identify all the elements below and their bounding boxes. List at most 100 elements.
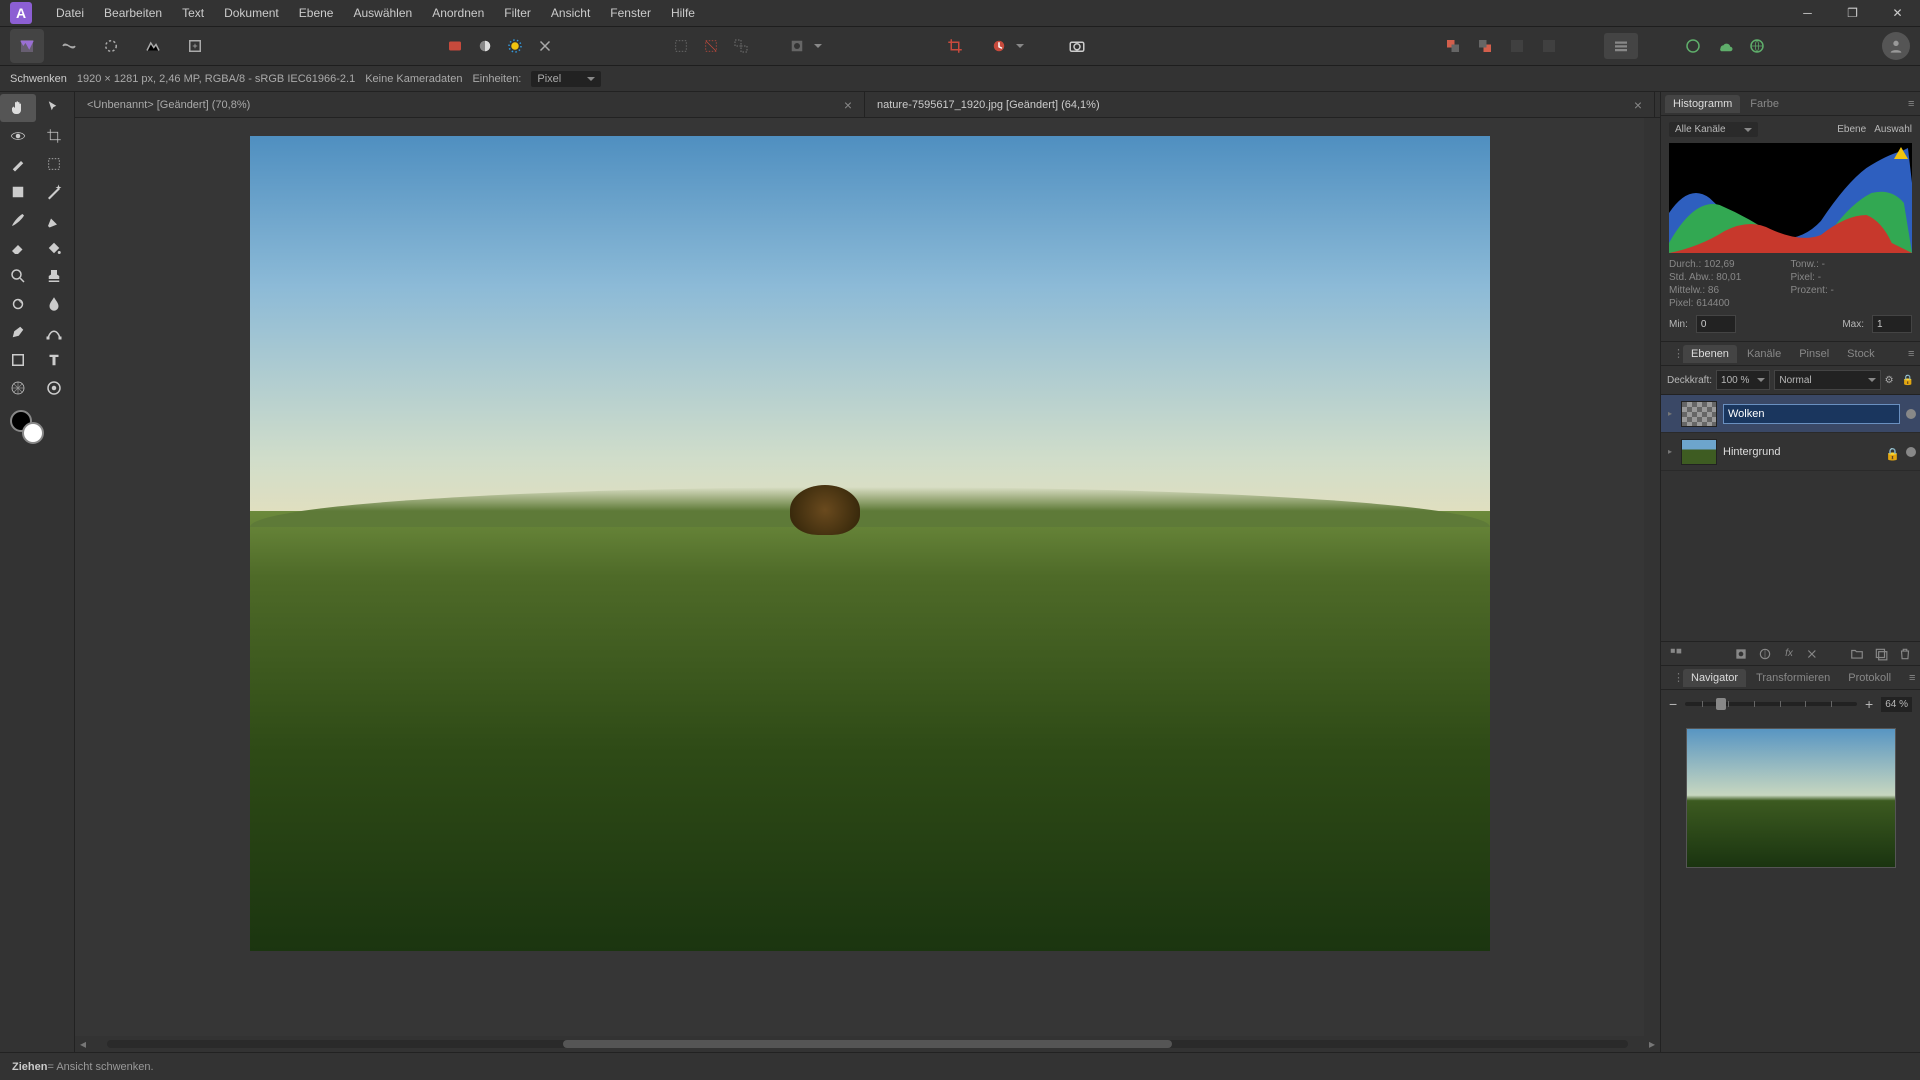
maximize-button[interactable]: ❐: [1830, 0, 1875, 26]
minimize-button[interactable]: ─: [1785, 0, 1830, 26]
layer-row-wolken[interactable]: ▸: [1661, 395, 1920, 433]
tab-navigator[interactable]: Navigator: [1683, 669, 1746, 687]
hist-mode-layer[interactable]: Ebene: [1837, 124, 1866, 135]
scroll-left-icon[interactable]: ◂: [75, 1037, 91, 1051]
zoom-out-button[interactable]: −: [1669, 696, 1677, 712]
export-persona-icon[interactable]: [178, 29, 212, 63]
sync-icon[interactable]: [1680, 33, 1706, 59]
opacity-field[interactable]: 100 %: [1716, 370, 1770, 390]
selection-rect-icon[interactable]: [668, 33, 694, 59]
layer-name-input[interactable]: [1723, 404, 1900, 424]
assistant-dropdown-icon[interactable]: [1016, 44, 1024, 48]
tab-histogram[interactable]: Histogramm: [1665, 95, 1740, 113]
close-icon[interactable]: ×: [1634, 97, 1642, 113]
menu-text[interactable]: Text: [172, 2, 214, 24]
autocontrast-button[interactable]: [472, 33, 498, 59]
blendmode-select[interactable]: Normal: [1774, 370, 1880, 390]
fx-layer-icon[interactable]: fx: [1780, 645, 1798, 663]
thumbnail-size-icon[interactable]: [1667, 645, 1685, 663]
crop-tool[interactable]: [36, 122, 72, 150]
tab-stock[interactable]: Stock: [1839, 345, 1883, 363]
panel-menu-icon[interactable]: ≡: [1900, 345, 1916, 363]
channel-select[interactable]: Alle Kanäle: [1669, 122, 1758, 137]
scroll-right-icon[interactable]: ▸: [1644, 1037, 1660, 1051]
dodge-tool[interactable]: [0, 290, 36, 318]
zoom-in-button[interactable]: +: [1865, 696, 1873, 712]
tab-farbe[interactable]: Farbe: [1742, 95, 1787, 113]
stamp-tool[interactable]: [36, 262, 72, 290]
gear-icon[interactable]: ⚙: [1885, 375, 1894, 386]
shape-tool[interactable]: [0, 346, 36, 374]
zoom-value[interactable]: 64 %: [1881, 697, 1912, 712]
doc-tab-1[interactable]: <Unbenannt> [Geändert] (70,8%)×: [75, 92, 865, 117]
panel-menu-icon[interactable]: ≡: [1900, 95, 1916, 113]
move-tool[interactable]: [36, 94, 72, 122]
menu-hilfe[interactable]: Hilfe: [661, 2, 705, 24]
visibility-dot-icon[interactable]: [1906, 447, 1916, 457]
zoom-slider-handle[interactable]: [1716, 698, 1726, 710]
horizontal-scrollbar[interactable]: ◂▸: [75, 1036, 1660, 1052]
hist-max-input[interactable]: [1872, 315, 1912, 333]
collapse-icon[interactable]: ⋮: [1665, 344, 1681, 363]
tab-pinsel[interactable]: Pinsel: [1791, 345, 1837, 363]
group-layer-icon[interactable]: [1848, 645, 1866, 663]
quickmask-button[interactable]: [784, 33, 810, 59]
tab-transformieren[interactable]: Transformieren: [1748, 669, 1838, 687]
pen-tool[interactable]: [0, 318, 36, 346]
add-layer-icon[interactable]: [1872, 645, 1890, 663]
zoom-tool[interactable]: [0, 262, 36, 290]
tab-ebenen[interactable]: Ebenen: [1683, 345, 1737, 363]
lock-icon[interactable]: 🔒: [1902, 375, 1914, 386]
crop-tool-button[interactable]: [942, 33, 968, 59]
menu-auswaehlen[interactable]: Auswählen: [343, 2, 422, 24]
magic-wand-tool[interactable]: [36, 178, 72, 206]
color-swatch[interactable]: [10, 410, 44, 444]
vertical-scrollbar[interactable]: [1644, 118, 1660, 1036]
tonemap-persona-icon[interactable]: [136, 29, 170, 63]
lock-icon[interactable]: 🔒: [1885, 447, 1900, 457]
live-filter-icon[interactable]: [1804, 645, 1822, 663]
tab-protokoll[interactable]: Protokoll: [1840, 669, 1899, 687]
develop-persona-icon[interactable]: [94, 29, 128, 63]
menu-ansicht[interactable]: Ansicht: [541, 2, 600, 24]
selection-brush-tool[interactable]: [0, 150, 36, 178]
camera-icon[interactable]: [1064, 33, 1090, 59]
cloud-icon[interactable]: [1712, 33, 1738, 59]
user-avatar[interactable]: [1882, 32, 1910, 60]
autowhite-button[interactable]: [502, 33, 528, 59]
menu-dokument[interactable]: Dokument: [214, 2, 289, 24]
fill-tool[interactable]: [36, 234, 72, 262]
tab-kanaele[interactable]: Kanäle: [1739, 345, 1789, 363]
studio-toggle-button[interactable]: [1604, 33, 1638, 59]
menu-datei[interactable]: Datei: [46, 2, 94, 24]
doc-tab-2[interactable]: nature-7595617_1920.jpg [Geändert] (64,1…: [865, 92, 1655, 117]
clipping-warning-icon[interactable]: [1894, 147, 1908, 159]
color-picker-tool[interactable]: [36, 374, 72, 402]
navigator-preview[interactable]: [1686, 728, 1896, 868]
paintbrush-tool[interactable]: [0, 206, 36, 234]
expand-icon[interactable]: ▸: [1665, 447, 1675, 456]
mesh-tool[interactable]: [0, 374, 36, 402]
assistant-button[interactable]: [986, 33, 1012, 59]
globe-icon[interactable]: [1744, 33, 1770, 59]
canvas[interactable]: ◂▸: [75, 118, 1660, 1052]
photo-persona-icon[interactable]: [10, 29, 44, 63]
delete-layer-icon[interactable]: [1896, 645, 1914, 663]
text-tool[interactable]: [36, 346, 72, 374]
visibility-dot-icon[interactable]: [1906, 409, 1916, 419]
erase-tool[interactable]: [0, 234, 36, 262]
scrollbar-thumb[interactable]: [563, 1040, 1171, 1048]
menu-ebene[interactable]: Ebene: [289, 2, 344, 24]
arrange-right-icon[interactable]: [1472, 33, 1498, 59]
adjustment-layer-icon[interactable]: [1756, 645, 1774, 663]
close-button[interactable]: ✕: [1875, 0, 1920, 26]
mask-layer-icon[interactable]: [1732, 645, 1750, 663]
autolevels-button[interactable]: [532, 33, 558, 59]
view-tool[interactable]: [0, 122, 36, 150]
selection-none-icon[interactable]: [698, 33, 724, 59]
node-tool[interactable]: [36, 318, 72, 346]
collapse-icon[interactable]: ⋮: [1665, 668, 1681, 687]
selection-invert-icon[interactable]: [728, 33, 754, 59]
units-select[interactable]: Pixel: [531, 71, 601, 87]
zoom-slider[interactable]: [1685, 702, 1857, 706]
